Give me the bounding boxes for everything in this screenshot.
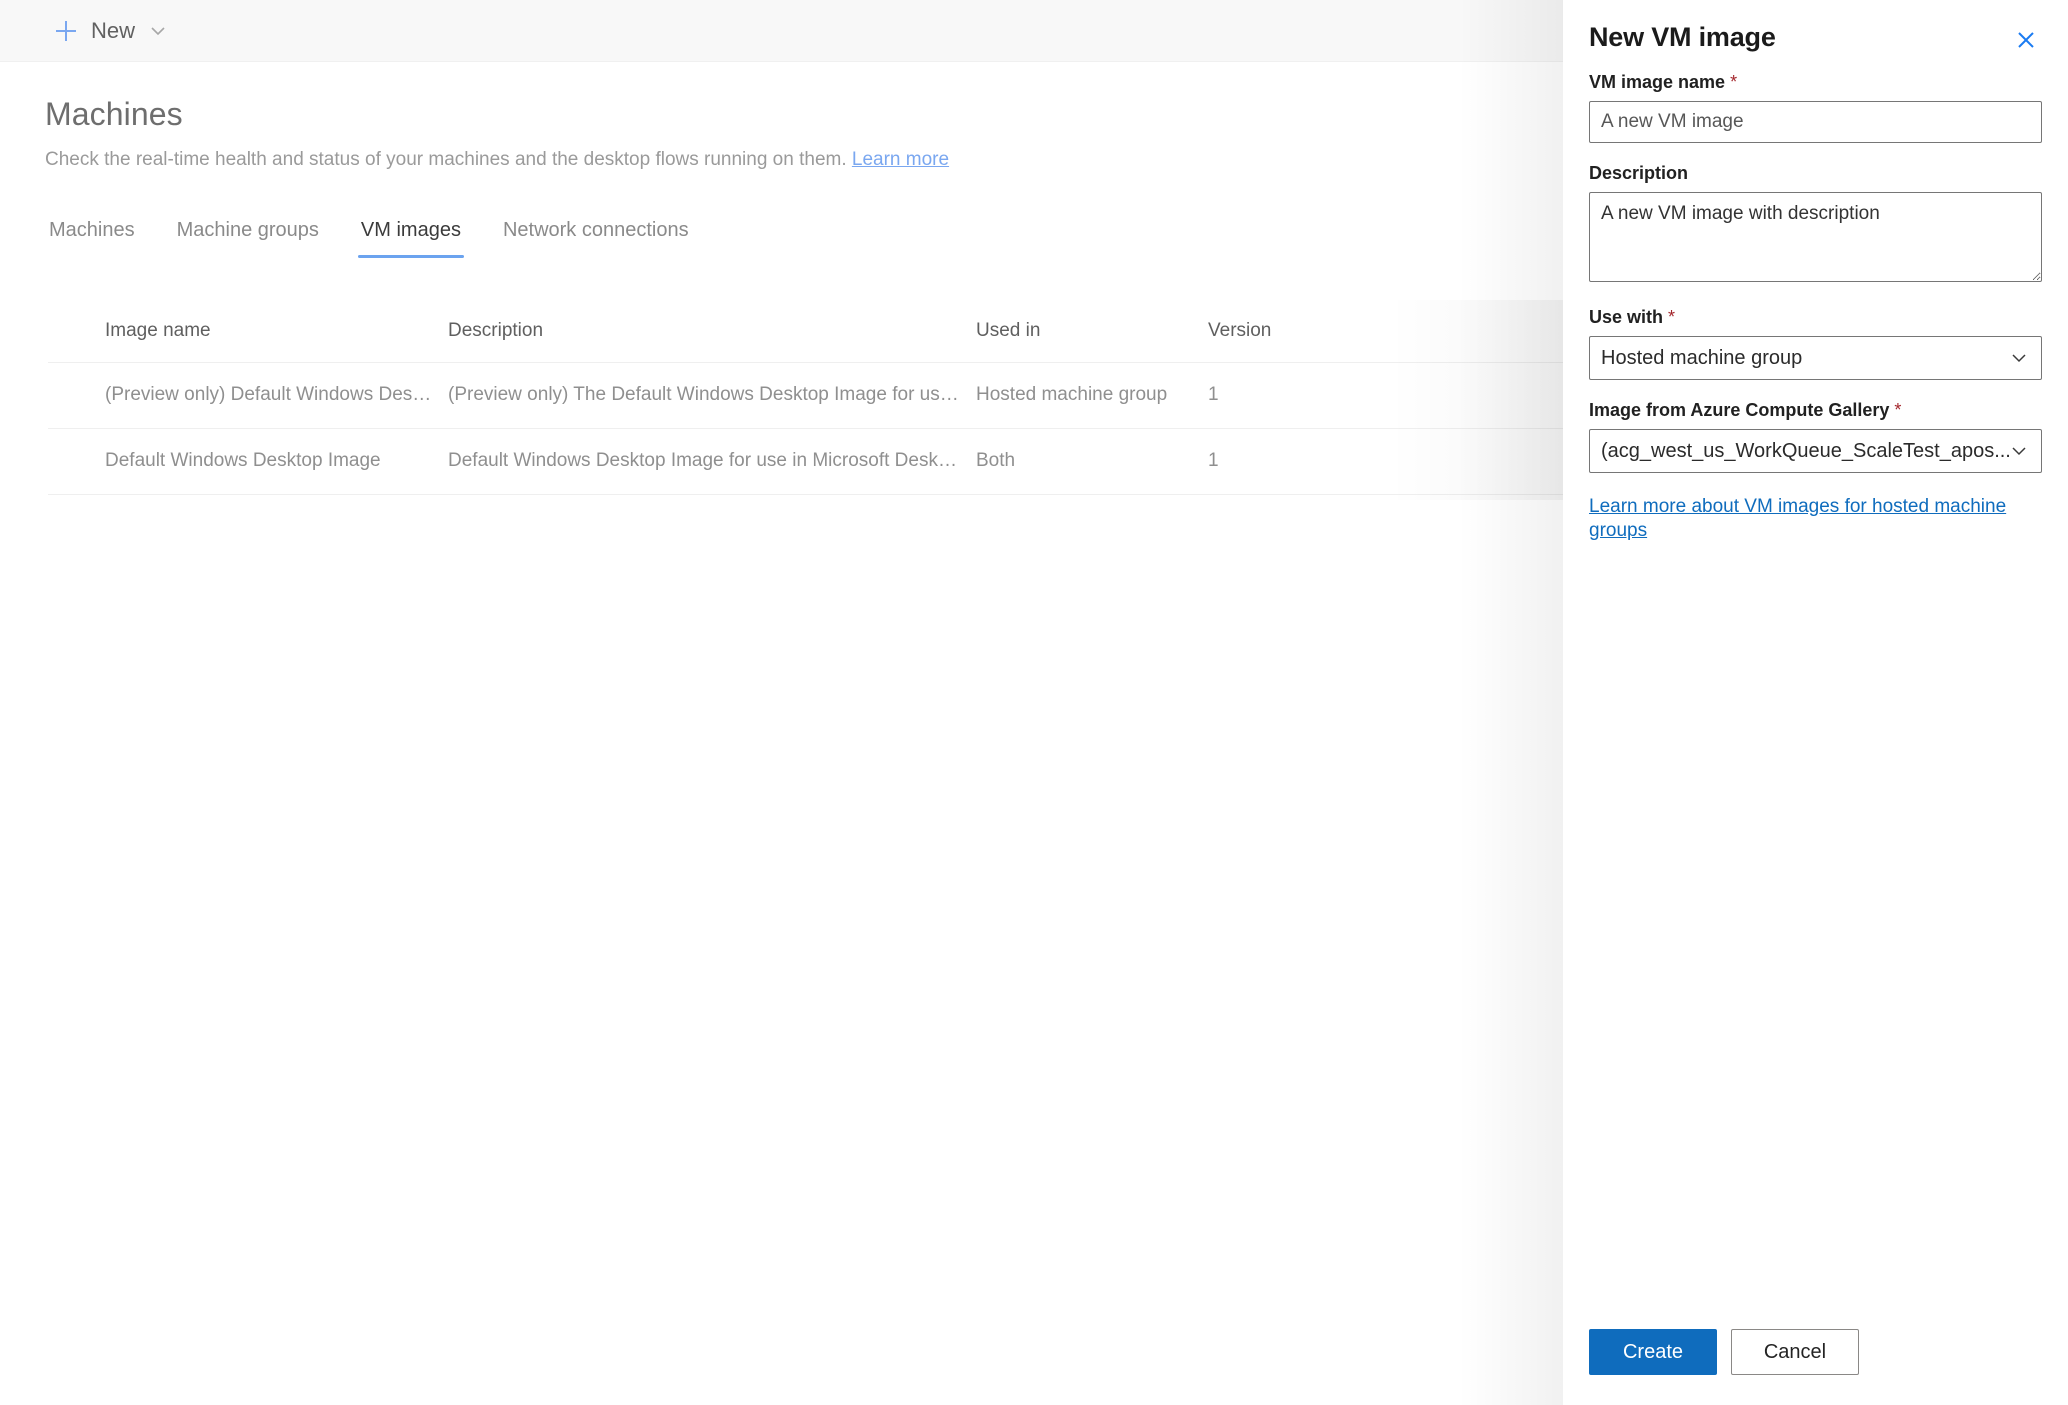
table-row[interactable]: (Preview only) Default Windows Desktop I… — [0, 362, 1563, 428]
field-label-image-from-gallery-text: Image from Azure Compute Gallery — [1589, 400, 1890, 420]
field-label-use-with: Use with * — [1589, 307, 2042, 328]
new-button[interactable]: New — [45, 0, 175, 62]
image-from-gallery-selected-value: (acg_west_us_WorkQueue_ScaleTest_apos... — [1601, 439, 2011, 462]
use-with-selected-value: Hosted machine group — [1601, 346, 1803, 369]
chevron-down-icon — [149, 22, 167, 40]
cell-used-in: Both — [976, 450, 1016, 471]
required-asterisk: * — [1668, 307, 1676, 327]
plus-icon — [53, 18, 79, 44]
field-label-image-from-gallery: Image from Azure Compute Gallery * — [1589, 400, 2042, 421]
field-label-description-text: Description — [1589, 163, 1689, 183]
column-header-image-name[interactable]: Image name — [48, 320, 448, 342]
field-vm-image-name: VM image name * — [1589, 72, 2042, 143]
field-description: Description A new VM image with descript… — [1589, 163, 2042, 287]
field-image-from-gallery: Image from Azure Compute Gallery * (acg_… — [1589, 400, 2042, 473]
field-label-vm-image-name: VM image name * — [1589, 72, 2042, 93]
new-vm-image-panel: New VM image VM image name * A new VM im… — [1563, 0, 2068, 1405]
command-bar: New — [0, 0, 1563, 62]
field-label-vm-image-name-text: VM image name — [1589, 72, 1726, 92]
page-header: Machines Check the real-time health and … — [0, 62, 1563, 171]
cell-version: 1 — [1208, 450, 1219, 471]
tab-vm-images[interactable]: VM images — [340, 213, 482, 258]
close-button[interactable] — [2010, 26, 2042, 54]
panel-body: VM image name * Description A new VM ima… — [1563, 54, 2068, 1329]
description-textarea[interactable]: A new VM image with description — [1589, 192, 2042, 282]
use-with-select-wrap: Hosted machine group — [1589, 336, 2042, 380]
tab-machine-groups[interactable]: Machine groups — [156, 213, 340, 258]
cell-description: (Preview only) The Default Windows Deskt… — [448, 384, 976, 405]
use-with-select[interactable]: Hosted machine group — [1589, 336, 2042, 380]
cell-used-in: Hosted machine group — [976, 384, 1168, 405]
field-use-with: Use with * Hosted machine group — [1589, 307, 2042, 380]
cancel-button[interactable]: Cancel — [1731, 1329, 1859, 1375]
table-header-row: Image name Description Used in Version — [0, 300, 1563, 362]
cell-description: Default Windows Desktop Image for use in… — [448, 450, 970, 471]
table-bottom-divider — [0, 494, 1563, 495]
create-button[interactable]: Create — [1589, 1329, 1717, 1375]
required-asterisk: * — [1730, 72, 1738, 92]
tab-machine-groups-label: Machine groups — [176, 219, 319, 241]
panel-title: New VM image — [1589, 22, 1776, 52]
field-label-use-with-text: Use with — [1589, 307, 1664, 327]
column-header-version[interactable]: Version — [1208, 320, 1388, 342]
tab-machines[interactable]: Machines — [45, 213, 156, 258]
page-title: Machines — [45, 96, 183, 132]
page-subtitle-text: Check the real-time health and status of… — [45, 149, 847, 170]
tab-machines-label: Machines — [49, 219, 135, 241]
close-icon — [2014, 32, 2038, 55]
cell-version: 1 — [1208, 384, 1219, 405]
new-button-label: New — [91, 18, 136, 43]
image-from-gallery-select-wrap: (acg_west_us_WorkQueue_ScaleTest_apos... — [1589, 429, 2042, 473]
tab-strip: Machines Machine groups VM images Networ… — [45, 213, 710, 258]
column-header-used-in[interactable]: Used in — [976, 320, 1208, 342]
vm-images-table: Image name Description Used in Version (… — [0, 300, 1563, 495]
vm-image-name-input[interactable] — [1589, 101, 2042, 143]
panel-footer: Create Cancel — [1563, 1329, 2068, 1405]
panel-learn-more-link[interactable]: Learn more about VM images for hosted ma… — [1589, 495, 2042, 544]
panel-scrim — [1458, 0, 1563, 1405]
application-root: New Machines Check the real-time health … — [0, 0, 2068, 1405]
column-header-description[interactable]: Description — [448, 320, 976, 342]
panel-header: New VM image — [1563, 0, 2068, 54]
cell-image-name: (Preview only) Default Windows Desktop I… — [105, 384, 448, 405]
image-from-gallery-select[interactable]: (acg_west_us_WorkQueue_ScaleTest_apos... — [1589, 429, 2042, 473]
required-asterisk: * — [1894, 400, 1902, 420]
cell-image-name: Default Windows Desktop Image — [105, 450, 381, 471]
field-label-description: Description — [1589, 163, 2042, 184]
tab-vm-images-label: VM images — [360, 219, 461, 241]
page-subtitle: Check the real-time health and status of… — [0, 133, 1563, 171]
tab-network-connections[interactable]: Network connections — [482, 213, 710, 258]
tab-network-connections-label: Network connections — [502, 219, 689, 241]
table-row[interactable]: Default Windows Desktop Image Default Wi… — [0, 428, 1563, 494]
learn-more-link[interactable]: Learn more — [852, 149, 949, 170]
